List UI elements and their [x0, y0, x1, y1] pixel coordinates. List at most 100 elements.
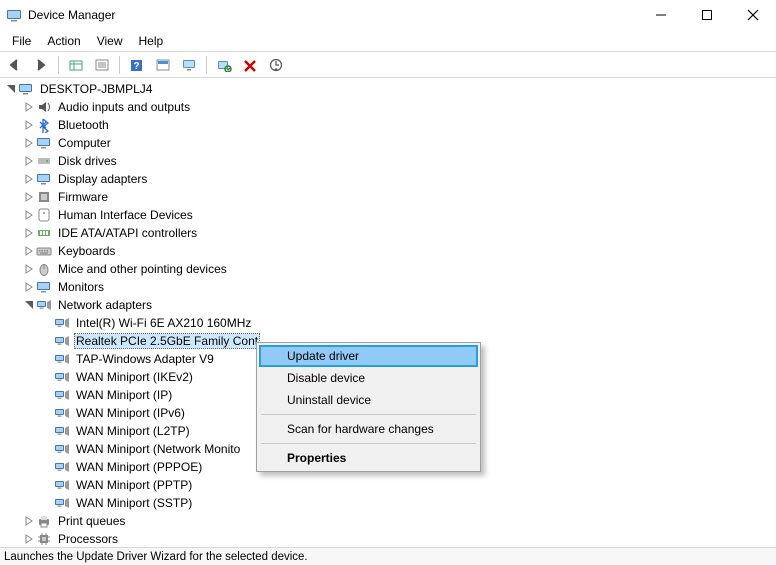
no-expand [40, 442, 54, 456]
tree-item[interactable]: DESKTOP-JBMPLJ4 [4, 80, 776, 98]
tree-item[interactable]: Human Interface Devices [4, 206, 776, 224]
context-menu-item[interactable]: Scan for hardware changes [259, 418, 478, 440]
app-icon [6, 7, 22, 23]
device-tree: DESKTOP-JBMPLJ4 Audio inputs and outputsB… [0, 78, 776, 547]
tree-item[interactable]: Processors [4, 530, 776, 547]
expand-icon[interactable] [22, 532, 36, 546]
close-button[interactable] [730, 0, 776, 30]
tree-item-label: WAN Miniport (IP) [74, 388, 174, 402]
status-text: Launches the Update Driver Wizard for th… [4, 551, 308, 563]
tree-item-label: Disk drives [56, 154, 119, 168]
no-expand [40, 406, 54, 420]
tree-item-label: WAN Miniport (PPTP) [74, 478, 194, 492]
collapse-icon[interactable] [22, 298, 36, 312]
tree-item[interactable]: Network adapters [4, 296, 776, 314]
display-icon [36, 171, 52, 187]
context-menu-item[interactable]: Properties [259, 447, 478, 469]
expand-icon[interactable] [22, 280, 36, 294]
nic-icon [54, 405, 70, 421]
tree-item-label: WAN Miniport (SSTP) [74, 496, 194, 510]
tree-item-label: Monitors [56, 280, 106, 294]
expand-icon[interactable] [22, 100, 36, 114]
monitor-icon [36, 279, 52, 295]
cpu-icon [36, 531, 52, 547]
tree-item[interactable]: Mice and other pointing devices [4, 260, 776, 278]
tree-item[interactable]: WAN Miniport (PPTP) [4, 476, 776, 494]
tree-item[interactable]: IDE ATA/ATAPI controllers [4, 224, 776, 242]
titlebar: Device Manager [0, 0, 776, 30]
expand-icon[interactable] [22, 208, 36, 222]
back-arrow-icon[interactable] [3, 54, 27, 76]
tree-item[interactable]: Print queues [4, 512, 776, 530]
tree-item-label: Mice and other pointing devices [56, 262, 229, 276]
context-menu: Update driverDisable deviceUninstall dev… [256, 342, 481, 472]
printer-icon [36, 513, 52, 529]
context-menu-item[interactable]: Update driver [259, 345, 478, 367]
expand-icon[interactable] [22, 136, 36, 150]
network-icon [36, 297, 52, 313]
expand-icon[interactable] [22, 172, 36, 186]
computer-icon[interactable] [177, 54, 201, 76]
tree-item[interactable]: Display adapters [4, 170, 776, 188]
tree-item[interactable]: Keyboards [4, 242, 776, 260]
menu-file[interactable]: File [4, 32, 39, 50]
expand-icon[interactable] [22, 118, 36, 132]
nic-icon [54, 333, 70, 349]
remove-icon[interactable] [238, 54, 262, 76]
scan-hardware-icon[interactable] [212, 54, 236, 76]
no-expand [40, 496, 54, 510]
nic-icon [54, 441, 70, 457]
action-icon[interactable] [151, 54, 175, 76]
no-expand [40, 424, 54, 438]
no-expand [40, 370, 54, 384]
tree-item[interactable]: Firmware [4, 188, 776, 206]
tree-item[interactable]: Computer [4, 134, 776, 152]
expand-icon[interactable] [22, 226, 36, 240]
window-title: Device Manager [28, 8, 638, 22]
tree-item[interactable]: WAN Miniport (SSTP) [4, 494, 776, 512]
context-menu-item[interactable]: Uninstall device [259, 389, 478, 411]
hid-icon [36, 207, 52, 223]
forward-arrow-icon[interactable] [29, 54, 53, 76]
tree-item[interactable]: Intel(R) Wi-Fi 6E AX210 160MHz [4, 314, 776, 332]
nic-icon [54, 351, 70, 367]
properties-pane-icon[interactable] [90, 54, 114, 76]
expand-icon[interactable] [22, 262, 36, 276]
menu-view[interactable]: View [89, 32, 131, 50]
maximize-button[interactable] [684, 0, 730, 30]
tree-item[interactable]: Disk drives [4, 152, 776, 170]
nic-icon [54, 369, 70, 385]
toolbar: ? [0, 52, 776, 78]
device-tree-scroll[interactable]: DESKTOP-JBMPLJ4 Audio inputs and outputsB… [0, 78, 776, 547]
expand-icon[interactable] [22, 244, 36, 258]
tree-item[interactable]: Bluetooth [4, 116, 776, 134]
statusbar: Launches the Update Driver Wizard for th… [0, 547, 776, 565]
tree-item-label: WAN Miniport (L2TP) [74, 424, 192, 438]
expand-icon[interactable] [22, 514, 36, 528]
tree-item-label: DESKTOP-JBMPLJ4 [38, 82, 154, 96]
minimize-button[interactable] [638, 0, 684, 30]
menu-action[interactable]: Action [39, 32, 88, 50]
help-icon[interactable]: ? [125, 54, 149, 76]
menubar: FileActionViewHelp [0, 30, 776, 52]
keyboard-icon [36, 243, 52, 259]
collapse-icon[interactable] [4, 82, 18, 96]
update-icon[interactable] [264, 54, 288, 76]
expand-icon[interactable] [22, 190, 36, 204]
expand-icon[interactable] [22, 154, 36, 168]
menu-help[interactable]: Help [131, 32, 172, 50]
tree-item-label: Print queues [56, 514, 127, 528]
firmware-icon [36, 189, 52, 205]
no-expand [40, 316, 54, 330]
no-expand [40, 478, 54, 492]
show-hidden-icon[interactable] [64, 54, 88, 76]
audio-icon [36, 99, 52, 115]
svg-text:?: ? [133, 61, 139, 72]
tree-item-label: WAN Miniport (PPPOE) [74, 460, 204, 474]
tree-item-label: Realtek PCIe 2.5GbE Family Cont [74, 333, 260, 349]
no-expand [40, 352, 54, 366]
tree-item[interactable]: Monitors [4, 278, 776, 296]
context-menu-item[interactable]: Disable device [259, 367, 478, 389]
tree-item[interactable]: Audio inputs and outputs [4, 98, 776, 116]
tree-item-label: Processors [56, 532, 120, 546]
